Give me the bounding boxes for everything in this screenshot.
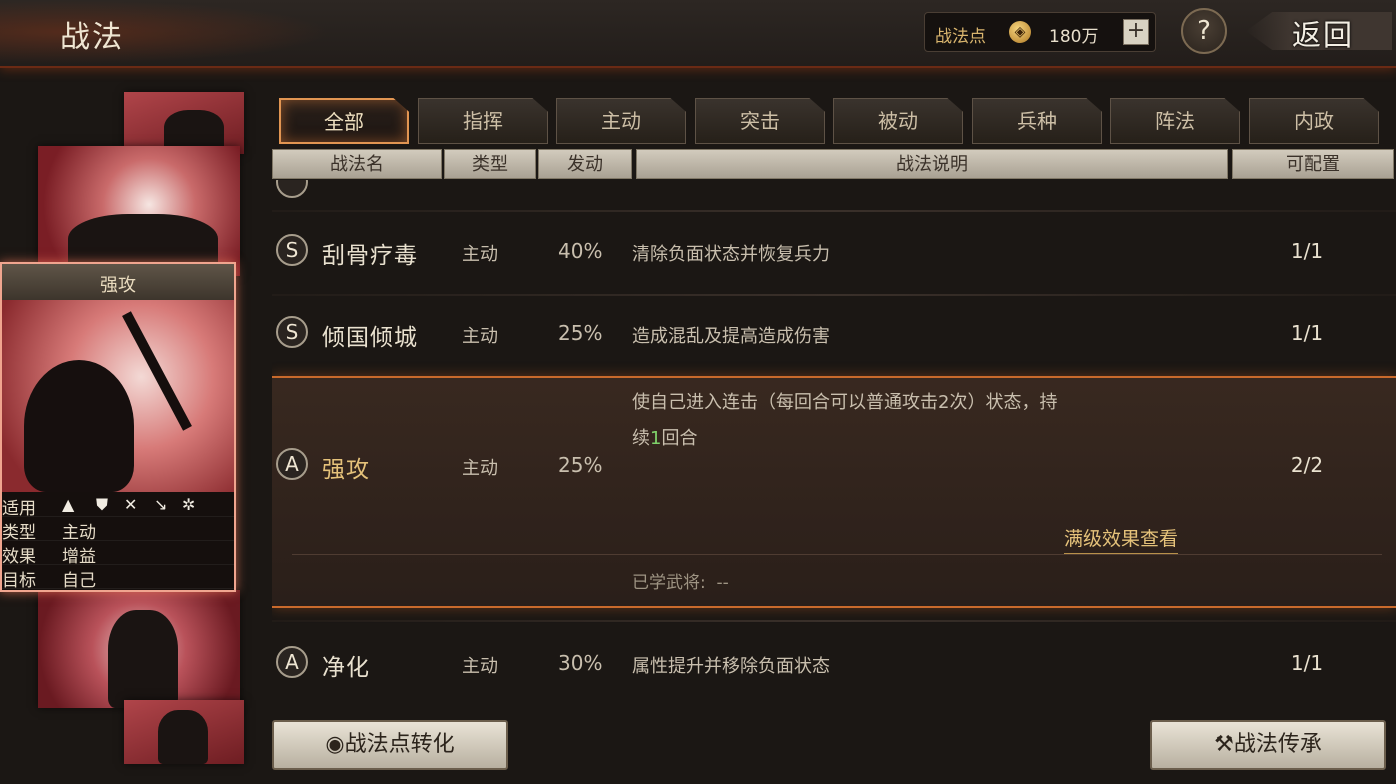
shield-icon: ⛊ — [96, 495, 109, 514]
tactic-config-count: 1/1 — [1290, 239, 1324, 263]
tactic-card-preview-top[interactable] — [38, 146, 240, 276]
tactic-config-count: 2/2 — [1290, 453, 1324, 477]
top-bar: 战法 战法点 ◈ 180万 + ? 返回 — [0, 0, 1396, 68]
tactic-card-preview-bottom[interactable] — [38, 590, 240, 708]
tactic-trigger-rate: 40% — [558, 239, 603, 263]
desc-text: 续 — [632, 428, 650, 449]
tab-internal-affairs[interactable]: 内政 — [1249, 98, 1379, 144]
spear-icon: ↘ — [154, 495, 168, 514]
tab-all[interactable]: 全部 — [279, 98, 409, 144]
bow-icon: ✕ — [124, 495, 138, 514]
card-applicable-row: 适用 ▲ ⛊ ✕ ↘ ✲ — [2, 492, 234, 519]
tab-troop-type[interactable]: 兵种 — [972, 98, 1102, 144]
add-points-button[interactable]: + — [1123, 19, 1149, 45]
inherit-tactic-label: 战法传承 — [1233, 732, 1322, 757]
target-value: 自己 — [62, 571, 96, 591]
desc-number: 1 — [650, 428, 662, 449]
target-label: 目标 — [2, 571, 36, 591]
card-type-row: 类型 主动 — [2, 516, 234, 543]
tactic-type: 主动 — [462, 656, 498, 677]
wheel-icon: ✲ — [182, 495, 196, 514]
convert-points-label: 战法点转化 — [344, 732, 455, 757]
column-header-type[interactable]: 类型 — [444, 149, 536, 179]
card-artwork — [2, 300, 234, 492]
grade-badge: S — [276, 316, 308, 348]
tactic-type: 主动 — [462, 326, 498, 347]
learned-value: -- — [716, 573, 729, 593]
selected-tactic-card[interactable]: 强攻 适用 ▲ ⛊ ✕ ↘ ✲ 类型 主动 效果 增益 目标 自己 — [0, 262, 236, 592]
tactic-type: 主动 — [462, 244, 498, 265]
tactic-name: 净化 — [322, 655, 370, 681]
tactic-description: 属性提升并移除负面状态 — [632, 656, 830, 677]
card-target-row: 目标 自己 — [2, 564, 234, 591]
warrior-silhouette — [108, 610, 178, 708]
tactic-description-line2: 续1回合 — [632, 424, 697, 450]
help-button[interactable]: ? — [1181, 8, 1227, 54]
rider-silhouette — [158, 710, 208, 764]
row-separator — [272, 210, 1396, 212]
learned-label: 已学武将: — [632, 573, 706, 593]
card-name-bar: 强攻 — [2, 264, 234, 301]
table-row[interactable]: S 倾国倾城 主动 25% 造成混乱及提高造成伤害 1/1 — [272, 296, 1396, 376]
inherit-tactic-button[interactable]: ⚒战法传承 — [1150, 720, 1386, 770]
tactic-card-preview-bottom-small[interactable] — [124, 700, 244, 764]
tactic-points-box: 战法点 ◈ 180万 + — [924, 12, 1156, 52]
tactic-points-value: 180万 — [1049, 27, 1099, 47]
tab-active[interactable]: 主动 — [556, 98, 686, 144]
card-info-panel: 适用 ▲ ⛊ ✕ ↘ ✲ 类型 主动 效果 增益 目标 自己 — [2, 492, 234, 591]
tab-command[interactable]: 指挥 — [418, 98, 548, 144]
table-row[interactable]: A 净化 主动 30% 属性提升并移除负面状态 1/1 — [272, 624, 1396, 704]
tactic-points-label: 战法点 — [935, 27, 986, 47]
desc-text: 回合 — [661, 428, 698, 449]
tactic-name: 倾国倾城 — [322, 325, 418, 351]
tab-passive[interactable]: 被动 — [833, 98, 963, 144]
tactic-trigger-rate: 30% — [558, 651, 603, 675]
title-plate — [0, 0, 330, 64]
table-row[interactable]: S 刮骨疗毒 主动 40% 清除负面状态并恢复兵力 1/1 — [272, 214, 1396, 294]
tactic-description: 造成混乱及提高造成伤害 — [632, 326, 830, 347]
column-header-name[interactable]: 战法名 — [272, 149, 442, 179]
hammer-icon: ⚒ — [1214, 732, 1234, 757]
full-level-effect-link[interactable]: 满级效果查看 — [1064, 524, 1179, 555]
column-header-config[interactable]: 可配置 — [1232, 149, 1394, 179]
general-silhouette — [24, 360, 134, 492]
tactic-config-count: 1/1 — [1290, 321, 1324, 345]
learned-generals: 已学武将: -- — [632, 568, 729, 593]
column-header-trigger[interactable]: 发动 — [538, 149, 632, 179]
grade-badge: A — [276, 646, 308, 678]
tactic-name: 刮骨疗毒 — [322, 243, 418, 269]
tactic-trigger-rate: 25% — [558, 321, 603, 345]
column-header-description: 战法说明 — [636, 149, 1228, 179]
tactic-points-coin-icon: ◈ — [1009, 21, 1031, 43]
expanded-divider — [292, 554, 1382, 555]
tactic-card-preview-top-small[interactable] — [124, 92, 244, 154]
tactic-list[interactable]: S 刮骨疗毒 主动 40% 清除负面状态并恢复兵力 1/1 S 倾国倾城 主动 … — [272, 180, 1396, 710]
convert-points-button[interactable]: ◉战法点转化 — [272, 720, 508, 770]
tactic-trigger-rate: 25% — [558, 453, 603, 477]
grade-badge: S — [276, 234, 308, 266]
grade-badge — [276, 180, 308, 198]
page-title: 战法 — [60, 20, 124, 55]
cavalry-icon: ▲ — [62, 495, 75, 514]
back-button[interactable]: 返回 — [1246, 6, 1392, 56]
tactic-config-count: 1/1 — [1290, 651, 1324, 675]
tactic-name: 强攻 — [322, 457, 370, 483]
back-button-label: 返回 — [1292, 18, 1355, 52]
flame-icon: ◉ — [325, 732, 345, 757]
card-effect-row: 效果 增益 — [2, 540, 234, 567]
tactic-description-line1: 使自己进入连击（每回合可以普通攻击2次）状态，持 — [632, 392, 1058, 413]
tactic-type: 主动 — [462, 458, 498, 479]
tactic-description: 清除负面状态并恢复兵力 — [632, 244, 830, 265]
table-row-expanded[interactable]: A 强攻 主动 25% 使自己进入连击（每回合可以普通攻击2次）状态，持 续1回… — [272, 376, 1396, 608]
card-name: 强攻 — [100, 275, 136, 296]
row-separator — [272, 620, 1396, 622]
tab-assault[interactable]: 突击 — [695, 98, 825, 144]
tab-formation[interactable]: 阵法 — [1110, 98, 1240, 144]
grade-badge: A — [276, 448, 308, 480]
